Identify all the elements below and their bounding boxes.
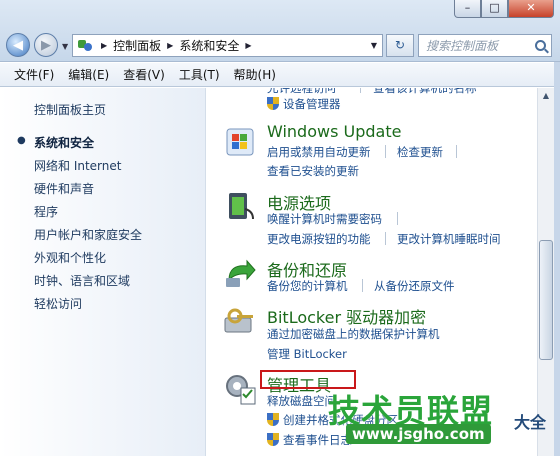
link-device-manager[interactable]: 设备管理器 [283, 96, 341, 112]
link-view-computer-name[interactable]: 查看该计算机的名称 [373, 88, 477, 96]
watermark-url: www.jsgho.com [346, 424, 491, 444]
vertical-scrollbar[interactable]: ▲ [537, 88, 554, 456]
search-placeholder: 搜索控制面板 [426, 39, 499, 53]
minimize-button[interactable]: – [454, 0, 481, 18]
breadcrumb-system-security[interactable]: 系统和安全 [179, 37, 239, 54]
uac-shield-icon [267, 97, 279, 110]
watermark-side-text: 大全 [514, 413, 547, 432]
address-bar[interactable]: ▶ 控制面板 ▶ 系统和安全 ▶ ▼ [72, 34, 383, 57]
link-power-button-function[interactable]: 更改电源按钮的功能 [267, 231, 371, 247]
address-dropdown-icon[interactable]: ▼ [366, 41, 382, 50]
link-manage-bitlocker[interactable]: 管理 BitLocker [267, 346, 347, 362]
link-view-installed-updates[interactable]: 查看已安装的更新 [267, 163, 359, 179]
forward-button[interactable]: ▶ [34, 33, 58, 57]
back-arrow-icon: ◀ [13, 37, 23, 53]
link-restore-from-backup[interactable]: 从备份还原文件 [374, 278, 455, 294]
sidebar-item-programs[interactable]: 程序 [34, 203, 58, 220]
left-navigation-pane: 控制面板主页 ● 系统和安全 网络和 Internet 硬件和声音 程序 用户帐… [0, 88, 206, 456]
maximize-button[interactable]: □ [481, 0, 508, 18]
link-enable-auto-update[interactable]: 启用或禁用自动更新 [267, 144, 371, 160]
recent-pages-dropdown-icon[interactable]: ▼ [62, 42, 68, 51]
menu-bar: 文件(F) 编辑(E) 查看(V) 工具(T) 帮助(H) [0, 63, 560, 87]
menu-tools[interactable]: 工具(T) [179, 66, 220, 83]
title-bar: – □ ✕ ◀ ▶ ▼ ▶ 控制面板 ▶ 系统和安全 ▶ ▼ ↻ 搜索控制面板 [0, 0, 560, 62]
backup-restore-icon [223, 256, 257, 290]
menu-edit[interactable]: 编辑(E) [68, 66, 109, 83]
control-panel-icon [77, 38, 95, 54]
windows-update-icon [223, 124, 257, 158]
link-check-updates[interactable]: 检查更新 [397, 144, 443, 160]
scroll-up-icon[interactable]: ▲ [538, 88, 554, 104]
back-button[interactable]: ◀ [6, 33, 30, 57]
breadcrumb-separator-icon[interactable]: ▶ [245, 41, 251, 50]
breadcrumb-separator-icon[interactable]: ▶ [167, 41, 173, 50]
sidebar-item-appearance[interactable]: 外观和个性化 [34, 249, 106, 266]
menu-file[interactable]: 文件(F) [14, 66, 54, 83]
category-title-bitlocker[interactable]: BitLocker 驱动器加密 [267, 304, 426, 328]
menu-view[interactable]: 查看(V) [123, 66, 165, 83]
link-free-disk-space[interactable]: 释放磁盘空间 [267, 393, 336, 409]
search-icon[interactable] [535, 40, 546, 51]
sidebar-item-hardware-sound[interactable]: 硬件和声音 [34, 180, 94, 197]
bitlocker-icon [223, 304, 257, 338]
sidebar-item-system-security[interactable]: 系统和安全 [34, 134, 94, 151]
uac-shield-icon [267, 413, 279, 426]
category-title-windows-update[interactable]: Windows Update [267, 122, 401, 141]
breadcrumb-control-panel[interactable]: 控制面板 [113, 37, 161, 54]
breadcrumb-separator-icon[interactable]: ▶ [101, 41, 107, 50]
search-input[interactable]: 搜索控制面板 [418, 34, 552, 57]
sidebar-item-clock-language-region[interactable]: 时钟、语言和区域 [34, 272, 130, 289]
active-bullet-icon: ● [17, 135, 26, 146]
link-allow-remote-access[interactable]: 允许远程访问 [267, 88, 336, 96]
scrollbar-thumb[interactable] [539, 240, 553, 360]
close-button[interactable]: ✕ [508, 0, 554, 18]
link-view-event-logs[interactable]: 查看事件日志 [283, 432, 352, 448]
caption-buttons: – □ ✕ [454, 0, 554, 18]
sidebar-item-network-internet[interactable]: 网络和 Internet [34, 157, 121, 174]
window-frame-edge [554, 62, 560, 456]
administrative-tools-icon [223, 372, 257, 406]
link-require-password-on-wake[interactable]: 唤醒计算机时需要密码 [267, 211, 382, 227]
menu-help[interactable]: 帮助(H) [234, 66, 276, 83]
refresh-icon: ↻ [394, 38, 406, 52]
link-change-sleep-time[interactable]: 更改计算机睡眠时间 [397, 231, 501, 247]
sidebar-item-user-accounts[interactable]: 用户帐户和家庭安全 [34, 226, 142, 243]
uac-shield-icon [267, 433, 279, 446]
refresh-button[interactable]: ↻ [386, 34, 414, 57]
sidebar-item-ease-of-access[interactable]: 轻松访问 [34, 295, 82, 312]
link-encrypt-protect[interactable]: 通过加密磁盘上的数据保护计算机 [267, 326, 440, 342]
forward-arrow-icon: ▶ [41, 37, 51, 53]
power-options-icon [223, 189, 257, 223]
link-backup-computer[interactable]: 备份您的计算机 [267, 278, 348, 294]
sidebar-item-control-panel-home[interactable]: 控制面板主页 [34, 101, 106, 118]
navigation-row: ◀ ▶ ▼ ▶ 控制面板 ▶ 系统和安全 ▶ ▼ ↻ 搜索控制面板 [4, 30, 556, 58]
